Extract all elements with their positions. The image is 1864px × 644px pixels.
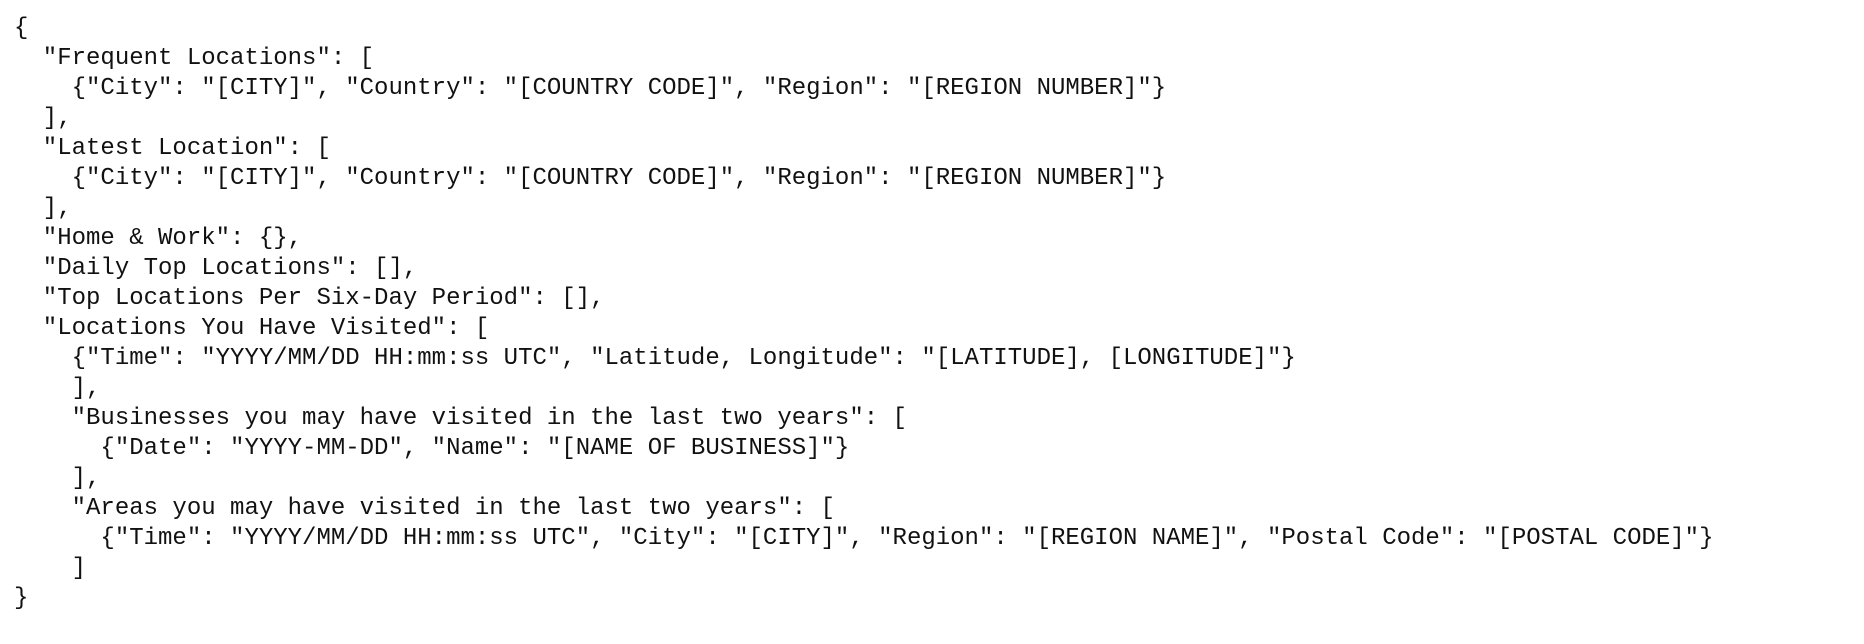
code-line-areas-entry: {"Time": "YYYY/MM/DD HH:mm:ss UTC", "Cit… bbox=[14, 525, 1714, 552]
code-line-latest-location-close: ], bbox=[14, 195, 72, 222]
code-line-frequent-locations-close: ], bbox=[14, 105, 72, 132]
code-line-home-work: "Home & Work": {}, bbox=[14, 225, 303, 252]
code-line-frequent-locations-key: "Frequent Locations": [ bbox=[14, 45, 375, 72]
code-line-latest-location-entry: {"City": "[CITY]", "Country": "[COUNTRY … bbox=[14, 165, 1167, 192]
code-line-areas-close: ] bbox=[14, 555, 87, 582]
json-code-block: { "Frequent Locations": [ {"City": "[CIT… bbox=[14, 14, 1713, 614]
code-line-locations-visited-close: ], bbox=[14, 375, 101, 402]
code-line-daily-top-locations: "Daily Top Locations": [], bbox=[14, 255, 418, 282]
code-line-locations-visited-key: "Locations You Have Visited": [ bbox=[14, 315, 490, 342]
code-line-frequent-locations-entry: {"City": "[CITY]", "Country": "[COUNTRY … bbox=[14, 75, 1167, 102]
code-line-latest-location-key: "Latest Location": [ bbox=[14, 135, 331, 162]
code-line-businesses-key: "Businesses you may have visited in the … bbox=[14, 405, 907, 432]
code-line-areas-key: "Areas you may have visited in the last … bbox=[14, 495, 835, 522]
code-line-locations-visited-entry: {"Time": "YYYY/MM/DD HH:mm:ss UTC", "Lat… bbox=[14, 345, 1296, 372]
code-line-close-brace: } bbox=[14, 585, 29, 612]
code-line-open-brace: { bbox=[14, 15, 29, 42]
code-line-top-locations-six-day: "Top Locations Per Six-Day Period": [], bbox=[14, 285, 605, 312]
code-line-businesses-entry: {"Date": "YYYY-MM-DD", "Name": "[NAME OF… bbox=[14, 435, 850, 462]
code-line-businesses-close: ], bbox=[14, 465, 101, 492]
